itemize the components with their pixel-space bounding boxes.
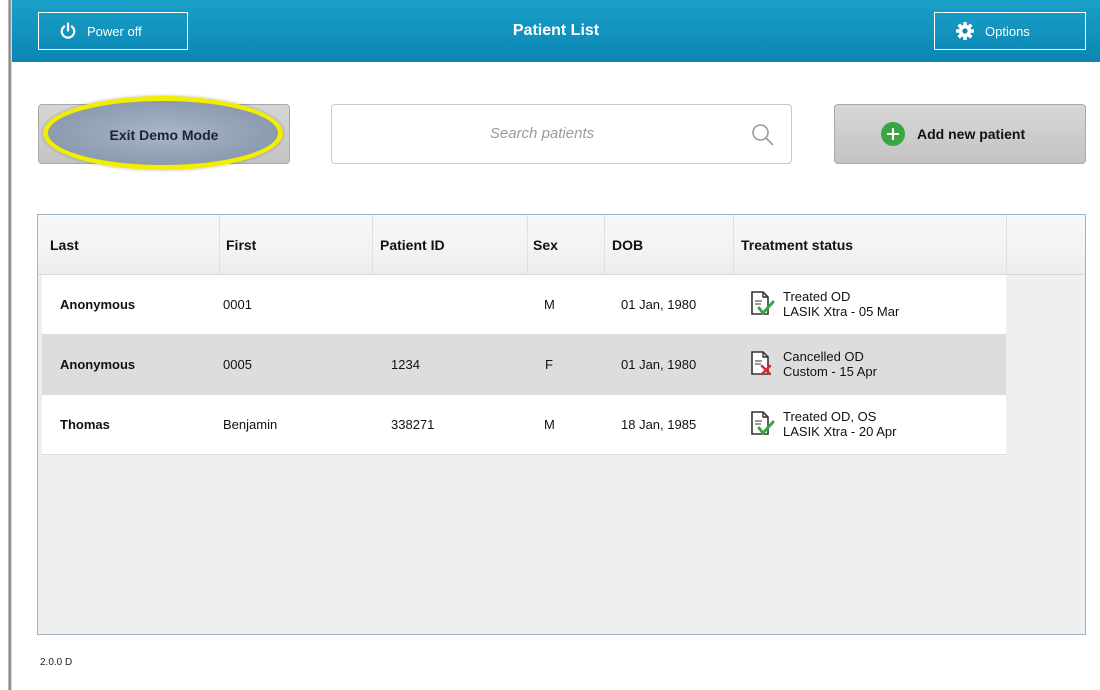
window-edge: [0, 0, 12, 690]
add-new-patient-label: Add new patient: [917, 126, 1026, 142]
cell-first: 0005: [223, 357, 252, 372]
document-cancel-icon: [751, 351, 772, 376]
version-label: 2.0.0 D: [40, 657, 73, 668]
plus-icon: [881, 122, 905, 146]
column-divider: [733, 215, 734, 275]
status-line-1: Cancelled OD: [783, 349, 864, 364]
cell-last: Thomas: [60, 417, 110, 432]
document-check-icon: [751, 411, 775, 436]
cell-patient-id: 1234: [391, 357, 420, 372]
power-off-button[interactable]: Power off: [38, 12, 188, 50]
treatment-status: Treated OD LASIK Xtra - 05 Mar: [749, 289, 899, 319]
column-header-dob[interactable]: DOB: [612, 215, 643, 275]
gear-icon: [956, 22, 974, 40]
cell-sex: M: [544, 297, 555, 312]
status-line-1: Treated OD, OS: [783, 409, 877, 424]
column-header-patient-id[interactable]: Patient ID: [380, 215, 445, 275]
cell-sex: M: [544, 417, 555, 432]
treatment-status: Treated OD, OS LASIK Xtra - 20 Apr: [749, 409, 896, 439]
treatment-status: Cancelled OD Custom - 15 Apr: [749, 349, 877, 379]
options-label: Options: [985, 23, 1030, 39]
cell-dob: 18 Jan, 1985: [621, 417, 697, 432]
status-line-2: LASIK Xtra - 05 Mar: [783, 304, 900, 319]
table-row[interactable]: Anonymous 0001 M 01 Jan, 1980 Treated OD…: [42, 275, 1006, 335]
search-icon: [752, 124, 774, 146]
add-new-patient-button[interactable]: Add new patient: [834, 104, 1086, 164]
document-check-icon: [751, 291, 775, 316]
search-placeholder: Search patients: [489, 125, 595, 142]
cell-first: 0001: [223, 297, 252, 312]
status-line-2: Custom - 15 Apr: [783, 364, 877, 379]
header-bar: Power off Patient List Options: [12, 0, 1100, 62]
search-input[interactable]: Search patients: [331, 104, 792, 164]
table-row[interactable]: Thomas Benjamin 338271 M 18 Jan, 1985 Tr…: [42, 395, 1006, 455]
patient-table: Last First Patient ID Sex DOB Treatment …: [37, 214, 1086, 635]
cell-patient-id: 338271: [391, 417, 435, 432]
column-header-first[interactable]: First: [226, 215, 256, 275]
exit-demo-mode-button[interactable]: Exit Demo Mode: [38, 96, 290, 170]
cell-last: Anonymous: [60, 357, 136, 372]
column-header-last[interactable]: Last: [50, 215, 79, 275]
cell-last: Anonymous: [60, 297, 136, 312]
exit-demo-mode-label: Exit Demo Mode: [109, 127, 219, 143]
table-header: Last First Patient ID Sex DOB Treatment …: [38, 215, 1085, 275]
status-line-1: Treated OD: [783, 289, 851, 304]
cell-dob: 01 Jan, 1980: [621, 297, 697, 312]
cell-dob: 01 Jan, 1980: [621, 357, 697, 372]
column-divider: [1006, 215, 1007, 275]
cell-sex: F: [545, 357, 553, 372]
column-header-sex[interactable]: Sex: [533, 215, 558, 275]
column-divider: [372, 215, 373, 275]
status-line-2: LASIK Xtra - 20 Apr: [783, 424, 897, 439]
power-icon: [60, 22, 76, 39]
column-divider: [604, 215, 605, 275]
column-divider: [527, 215, 528, 275]
options-button[interactable]: Options: [934, 12, 1086, 50]
column-header-treatment-status[interactable]: Treatment status: [741, 215, 853, 275]
column-divider: [219, 215, 220, 275]
cell-first: Benjamin: [223, 417, 278, 432]
table-row[interactable]: Anonymous 0005 1234 F 01 Jan, 1980 Cance…: [42, 335, 1006, 395]
power-off-label: Power off: [87, 23, 142, 39]
